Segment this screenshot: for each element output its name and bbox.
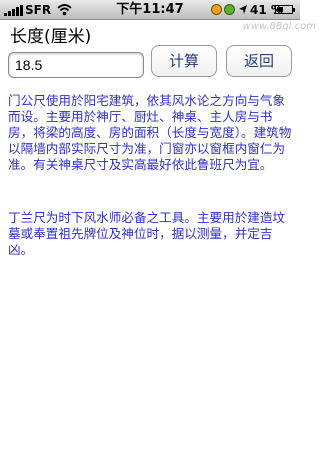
- length-input[interactable]: 18.5: [8, 52, 144, 78]
- watermark-text: www.88ql.com: [242, 21, 316, 32]
- notification-app-icon: [211, 4, 222, 15]
- carrier-name: SFR: [25, 3, 52, 17]
- calculate-button[interactable]: 计算: [151, 45, 217, 77]
- description-paragraph: 门公尺使用於阳宅建筑，依其风水论之方向与气象而设。主要用於神厅、厨灶、神桌、主人…: [8, 93, 292, 172]
- battery-level-fill: [277, 7, 283, 12]
- location-arrow-icon: [239, 5, 247, 14]
- description-paragraph: 丁兰尺为时下风水师必备之工具。主要用於建造坟墓或奉置祖先牌位及神位时，据以测量，…: [8, 210, 286, 257]
- length-label: 长度(厘米): [10, 27, 92, 47]
- signal-strength-icon: [4, 5, 23, 16]
- status-time: 下午11:47: [116, 2, 184, 17]
- notification-app-icon: [224, 4, 235, 15]
- back-button[interactable]: 返回: [226, 45, 292, 77]
- battery-icon: [275, 5, 295, 14]
- status-bar: SFR 下午11:47 41 %: [0, 0, 300, 20]
- wifi-icon: [57, 4, 72, 16]
